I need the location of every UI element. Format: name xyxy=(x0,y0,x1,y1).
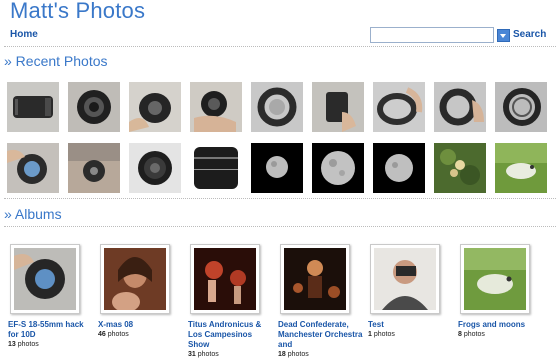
albums-heading: » Albums xyxy=(4,206,62,222)
site-title[interactable]: Matt's Photos xyxy=(10,0,145,24)
search-button[interactable]: Search xyxy=(513,29,546,40)
recent-photo-thumb[interactable] xyxy=(7,82,59,132)
album-title[interactable]: Frogs and moons xyxy=(458,320,544,330)
recent-photo-thumb[interactable] xyxy=(129,82,181,132)
recent-photos-heading: » Recent Photos xyxy=(4,53,108,69)
recent-photo-thumb[interactable] xyxy=(190,82,242,132)
album-title[interactable]: X-mas 08 xyxy=(98,320,184,330)
album-photo-count: 8 photos xyxy=(458,331,485,338)
recent-photo-thumb[interactable] xyxy=(190,143,242,193)
album-title[interactable]: Test xyxy=(368,320,454,330)
recent-photo-thumb[interactable] xyxy=(373,82,425,132)
divider xyxy=(4,46,556,47)
recent-photo-thumb[interactable] xyxy=(373,143,425,193)
recent-photo-thumb[interactable] xyxy=(495,82,547,132)
album-cover[interactable] xyxy=(100,244,170,314)
recent-photo-thumb[interactable] xyxy=(312,143,364,193)
recent-photo-thumb[interactable] xyxy=(68,82,120,132)
nav-home-link[interactable]: Home xyxy=(10,29,38,40)
album-cover[interactable] xyxy=(10,244,80,314)
album-cover[interactable] xyxy=(370,244,440,314)
search-dropdown-button[interactable] xyxy=(497,29,510,42)
album-photo-count: 1 photos xyxy=(368,331,395,338)
album-title[interactable]: Dead Confederate, Manchester Orchestra a… xyxy=(278,320,364,350)
search-input[interactable] xyxy=(370,27,494,43)
album-cover[interactable] xyxy=(190,244,260,314)
recent-photo-thumb[interactable] xyxy=(68,143,120,193)
divider xyxy=(4,198,556,199)
album-title[interactable]: EF-S 18-55mm hack for 10D xyxy=(8,320,94,340)
album-title[interactable]: Titus Andronicus & Los Campesinos Show xyxy=(188,320,274,350)
recent-photo-thumb[interactable] xyxy=(7,143,59,193)
album-photo-count: 31 photos xyxy=(188,351,219,358)
album-cover[interactable] xyxy=(280,244,350,314)
album-card[interactable]: Frogs and moons 8 photos xyxy=(458,244,540,339)
album-photo-count: 18 photos xyxy=(278,351,309,358)
album-card[interactable]: Dead Confederate, Manchester Orchestra a… xyxy=(278,244,362,359)
recent-photo-thumb[interactable] xyxy=(312,82,364,132)
album-card[interactable]: X-mas 08 46 photos xyxy=(98,244,180,339)
divider xyxy=(4,226,556,227)
recent-photo-thumb[interactable] xyxy=(251,143,303,193)
album-photo-count: 46 photos xyxy=(98,331,129,338)
album-card[interactable]: Titus Andronicus & Los Campesinos Show 3… xyxy=(188,244,270,359)
album-card[interactable]: EF-S 18-55mm hack for 10D 13 photos xyxy=(8,244,90,349)
recent-photo-thumb[interactable] xyxy=(434,82,486,132)
recent-photo-thumb[interactable] xyxy=(251,82,303,132)
album-card[interactable]: Test 1 photos xyxy=(368,244,450,339)
recent-photo-thumb[interactable] xyxy=(129,143,181,193)
recent-photo-thumb[interactable] xyxy=(495,143,547,193)
recent-photo-thumb[interactable] xyxy=(434,143,486,193)
album-photo-count: 13 photos xyxy=(8,341,39,348)
album-cover[interactable] xyxy=(460,244,530,314)
